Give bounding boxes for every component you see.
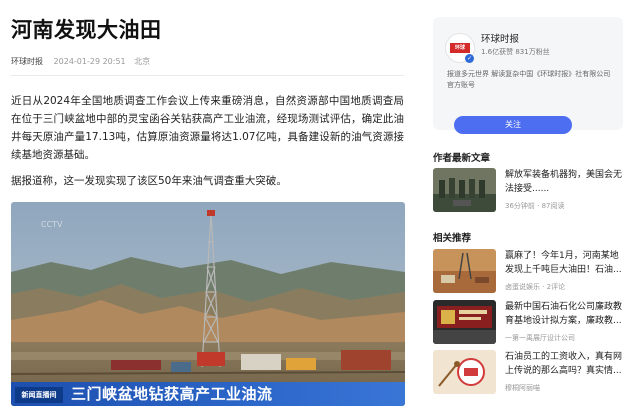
news-caption: 三门峡盆地钻获高产工业油流 <box>71 385 273 403</box>
author-card: 环球 ✓ 环球时报 1.6亿获赞 831万粉丝 报道多元世界 解读复杂中国《环球… <box>433 17 623 134</box>
item-title[interactable]: 赢麻了！今年1月，河南某地发现上千吨巨大油田！石油... <box>505 249 623 277</box>
list-item[interactable]: 赢麻了！今年1月，河南某地发现上千吨巨大油田！石油... 卤蛋说娱乐 · 2评论 <box>433 249 623 295</box>
author-news-heading: 作者最新文章 <box>433 153 491 164</box>
item-meta: 36分钟前 · 87阅读 <box>505 202 565 210</box>
channel-watermark: CCTV <box>41 220 63 229</box>
article-title: 河南发现大油田 <box>11 18 162 42</box>
item-meta: 一第一禹展厅设计公司 <box>505 334 575 342</box>
follow-button[interactable]: 关注 <box>454 116 572 134</box>
list-item[interactable]: 石油员工的工资收入，真有网上传说的那么高吗？真实情... 穆桐阿丽喵 <box>433 350 623 396</box>
list-item[interactable]: 解放军装备机器狗，美国会无法接受...... 36分钟前 · 87阅读 <box>433 168 623 214</box>
article-source[interactable]: 环球时报 <box>11 57 43 66</box>
exhibition-hall-photo-icon <box>433 300 496 344</box>
item-meta: 穆桐阿丽喵 <box>505 384 540 392</box>
sidebar: 环球 ✓ 环球时报 1.6亿获赞 831万粉丝 报道多元世界 解读复杂中国《环球… <box>433 0 640 406</box>
article-paragraph: 近日从2024年全国地质调查工作会议上传来重磅消息，自然资源部中国地质调查局在位… <box>11 95 404 161</box>
account-name[interactable]: 环球时报 <box>481 31 519 45</box>
related-heading: 相关推荐 <box>433 233 472 244</box>
account-description: 报道多元世界 解读复杂中国《环球时报》社有限公司官方账号 <box>447 70 611 89</box>
item-meta: 卤蛋说娱乐 · 2评论 <box>505 283 566 291</box>
item-title[interactable]: 解放军装备机器狗，美国会无法接受...... <box>505 168 623 196</box>
article-time: 2024-01-29 20:51 <box>53 57 126 66</box>
oil-rig-scene <box>11 202 405 406</box>
salary-illustration-icon <box>433 350 496 394</box>
thumbnail[interactable] <box>433 300 496 344</box>
article-meta: 环球时报 2024-01-29 20:51 北京 <box>11 56 150 67</box>
divider <box>10 75 404 76</box>
news-caption-bar: 新闻直播间 三门峡盆地钻获高产工业油流 <box>11 382 405 406</box>
thumbnail[interactable] <box>433 168 496 212</box>
article-image[interactable]: CCTV 新闻直播间 三门峡盆地钻获高产工业油流 <box>11 202 405 406</box>
list-item[interactable]: 最新中国石油石化公司廉政教育基地设计拟方案，廉政教... 一第一禹展厅设计公司 <box>433 300 623 346</box>
seal-logo-icon: 环球 <box>450 43 470 53</box>
thumbnail[interactable] <box>433 249 496 293</box>
oil-field-photo-icon <box>433 249 496 293</box>
item-title[interactable]: 最新中国石油石化公司廉政教育基地设计拟方案，廉政教... <box>505 300 623 328</box>
thumbnail[interactable] <box>433 350 496 394</box>
item-title[interactable]: 石油员工的工资收入，真有网上传说的那么高吗？真实情... <box>505 350 623 378</box>
military-photo-icon <box>433 168 496 212</box>
account-stats: 1.6亿获赞 831万粉丝 <box>481 48 550 56</box>
article-paragraph: 据报道称，这一发现实现了该区50年来油气调查重大突破。 <box>11 175 287 187</box>
verified-icon: ✓ <box>465 54 474 63</box>
channel-logo: 新闻直播间 <box>15 387 63 403</box>
article-location: 北京 <box>134 57 151 66</box>
